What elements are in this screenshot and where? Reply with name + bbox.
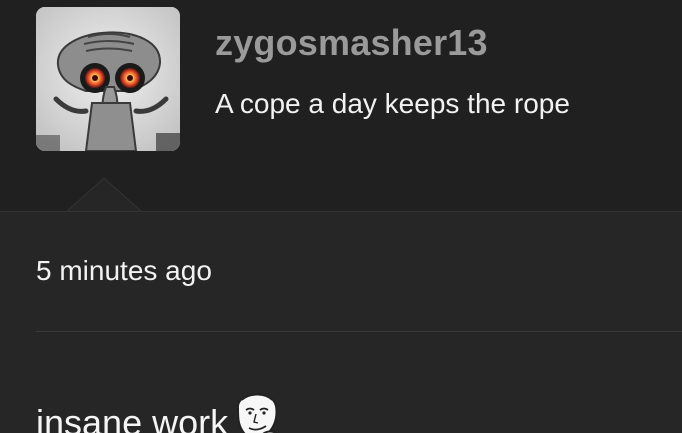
comment-screen: zygosmasher13 A cope a day keeps the rop… — [0, 0, 682, 433]
wojak-smirk-icon — [230, 386, 284, 433]
avatar[interactable] — [36, 7, 180, 151]
comment-text: insane work — [36, 402, 229, 433]
speech-pointer — [66, 178, 142, 214]
post-timestamp: 5 minutes ago — [36, 255, 212, 286]
content-divider — [36, 331, 682, 332]
squidward-avatar-icon — [36, 7, 180, 151]
comment-body: insane work — [36, 386, 284, 433]
header-divider — [0, 211, 682, 212]
user-bio: A cope a day keeps the rope — [215, 88, 570, 119]
username[interactable]: zygosmasher13 — [215, 22, 488, 64]
